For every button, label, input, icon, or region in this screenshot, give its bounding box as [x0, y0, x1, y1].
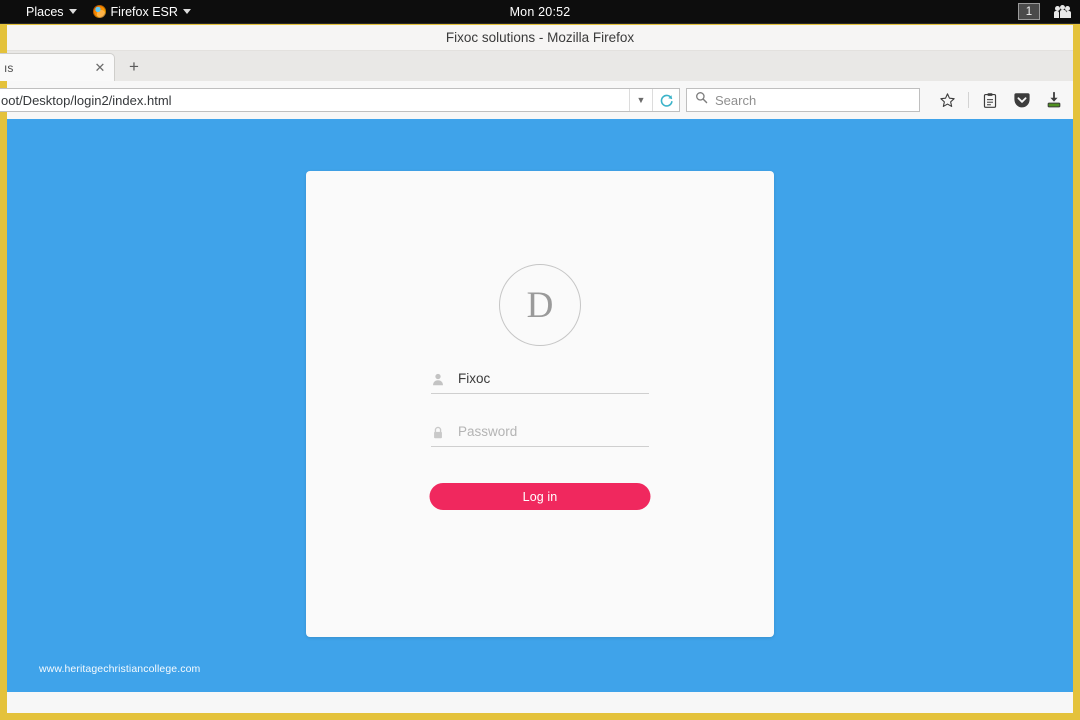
password-input[interactable] — [458, 424, 649, 440]
navigation-toolbar: oot/Desktop/login2/index.html ▼ Searc — [7, 81, 1073, 119]
address-bar[interactable]: oot/Desktop/login2/index.html ▼ — [0, 88, 680, 112]
toolbar-separator — [968, 92, 969, 108]
downloads-icon[interactable] — [1043, 89, 1065, 111]
watermark-text: www.heritagechristiancollege.com — [39, 663, 200, 675]
search-bar[interactable]: Search — [686, 88, 920, 112]
url-text: oot/Desktop/login2/index.html — [0, 93, 629, 108]
reader-list-icon[interactable] — [979, 89, 1001, 111]
pocket-icon[interactable] — [1011, 89, 1033, 111]
places-menu-label: Places — [26, 5, 64, 19]
user-icon — [431, 370, 444, 387]
panel-left-menus: Places Firefox ESR — [0, 0, 191, 23]
toolbar-icons — [926, 89, 1065, 111]
firefox-esr-menu[interactable]: Firefox ESR — [93, 0, 191, 23]
avatar: D — [499, 264, 581, 346]
new-tab-button[interactable]: + — [119, 53, 149, 81]
login-button[interactable]: Log in — [430, 483, 651, 510]
login-form — [431, 370, 649, 447]
desktop-screen: Places Firefox ESR Mon 20:52 1 Fixoc sol… — [0, 0, 1080, 720]
firefox-esr-menu-label: Firefox ESR — [111, 5, 178, 19]
search-icon — [695, 91, 708, 109]
chevron-down-icon — [183, 9, 191, 14]
places-menu[interactable]: Places — [26, 0, 77, 23]
search-input[interactable]: Search — [715, 93, 756, 108]
workspace-indicator[interactable]: 1 — [1018, 3, 1040, 20]
login-card: D — [306, 171, 774, 637]
window-title: Fixoc solutions - Mozilla Firefox — [446, 30, 634, 45]
username-input[interactable] — [458, 371, 649, 387]
chevron-down-icon[interactable]: ▼ — [629, 89, 652, 111]
window-titlebar: Fixoc solutions - Mozilla Firefox — [7, 25, 1073, 51]
username-field-row — [431, 370, 649, 394]
tab-title: ıs — [4, 61, 92, 75]
tab-bar: ıs ✕ + — [7, 51, 1073, 81]
firefox-logo-icon — [93, 5, 106, 18]
browser-tab[interactable]: ıs ✕ — [0, 53, 115, 81]
password-field-row — [431, 423, 649, 447]
firefox-window: Fixoc solutions - Mozilla Firefox ıs ✕ +… — [0, 24, 1080, 720]
page-viewport: D — [7, 119, 1073, 692]
reload-button[interactable] — [652, 89, 679, 111]
desktop-top-panel: Places Firefox ESR Mon 20:52 1 — [0, 0, 1080, 24]
users-icon[interactable] — [1054, 5, 1072, 19]
chevron-down-icon — [69, 9, 77, 14]
avatar-letter: D — [527, 284, 554, 327]
close-icon[interactable]: ✕ — [92, 60, 108, 76]
bookmark-star-icon[interactable] — [936, 89, 958, 111]
panel-right-tray: 1 — [1018, 0, 1072, 23]
lock-icon — [431, 423, 444, 440]
